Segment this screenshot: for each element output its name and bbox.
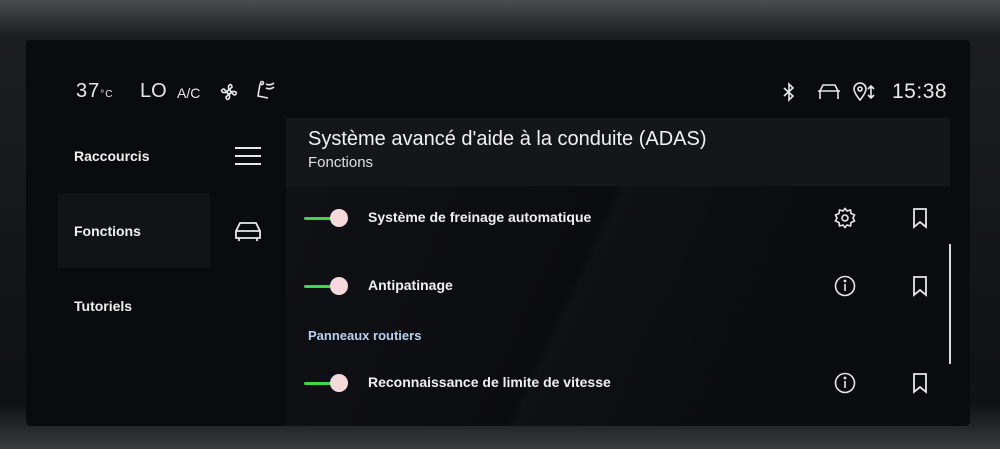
- sidebar-item-fonctions[interactable]: Fonctions: [58, 193, 210, 268]
- scrollbar[interactable]: [949, 244, 951, 364]
- hamburger-menu-icon[interactable]: [210, 118, 286, 193]
- seat-airflow-icon[interactable]: [254, 80, 278, 102]
- fan-icon[interactable]: [218, 81, 240, 103]
- status-bar: 37°C LO A/C 15:38: [26, 40, 970, 122]
- cabin-temperature[interactable]: 37°C: [76, 80, 113, 103]
- sidebar-item-raccourcis[interactable]: Raccourcis: [58, 118, 210, 193]
- feature-label: Antipatinage: [368, 277, 453, 293]
- adas-content-panel: Système avancé d'aide à la conduite (ADA…: [286, 118, 951, 426]
- infotainment-screen: 37°C LO A/C 15:38 Raccourcis Fonctions T…: [26, 40, 970, 426]
- network-4g-icon: [816, 82, 842, 102]
- automatic-braking-toggle[interactable]: [304, 208, 350, 228]
- bluetooth-icon: [782, 82, 796, 102]
- sidebar-item-label: Raccourcis: [74, 147, 150, 164]
- location-sharing-icon: [852, 82, 878, 102]
- sidebar-item-label: Fonctions: [74, 222, 141, 239]
- info-icon[interactable]: [834, 275, 856, 297]
- climate-level[interactable]: LO: [140, 80, 167, 103]
- traction-control-toggle[interactable]: [304, 276, 350, 296]
- car-icon[interactable]: [210, 193, 286, 268]
- sidebar-item-tutoriels[interactable]: Tutoriels: [58, 268, 210, 343]
- sidebar-item-label: Tutoriels: [74, 297, 133, 314]
- speed-limit-recognition-toggle[interactable]: [304, 373, 350, 393]
- bookmark-icon[interactable]: [912, 372, 928, 394]
- temperature-unit: °C: [100, 89, 114, 100]
- feature-label: Reconnaissance de limite de vitesse: [368, 374, 611, 390]
- feature-label: Système de freinage automatique: [368, 209, 592, 225]
- page-subtitle: Fonctions: [308, 154, 374, 171]
- info-icon[interactable]: [834, 372, 856, 394]
- bookmark-icon[interactable]: [912, 275, 928, 297]
- ac-button[interactable]: A/C: [177, 85, 200, 101]
- icon-column: [210, 118, 286, 268]
- bookmark-icon[interactable]: [912, 207, 928, 229]
- clock: 15:38: [892, 80, 948, 103]
- page-header: Système avancé d'aide à la conduite (ADA…: [286, 118, 950, 186]
- feature-row-speed-limit-recognition: Reconnaissance de limite de vitesse: [286, 363, 950, 403]
- feature-row-automatic-braking: Système de freinage automatique: [286, 198, 950, 238]
- gear-icon[interactable]: [834, 207, 856, 229]
- section-label-road-signs: Panneaux routiers: [308, 328, 422, 343]
- page-title: Système avancé d'aide à la conduite (ADA…: [308, 128, 707, 150]
- feature-row-traction-control: Antipatinage: [286, 266, 950, 306]
- sidebar-menu: Raccourcis Fonctions Tutoriels: [58, 118, 210, 343]
